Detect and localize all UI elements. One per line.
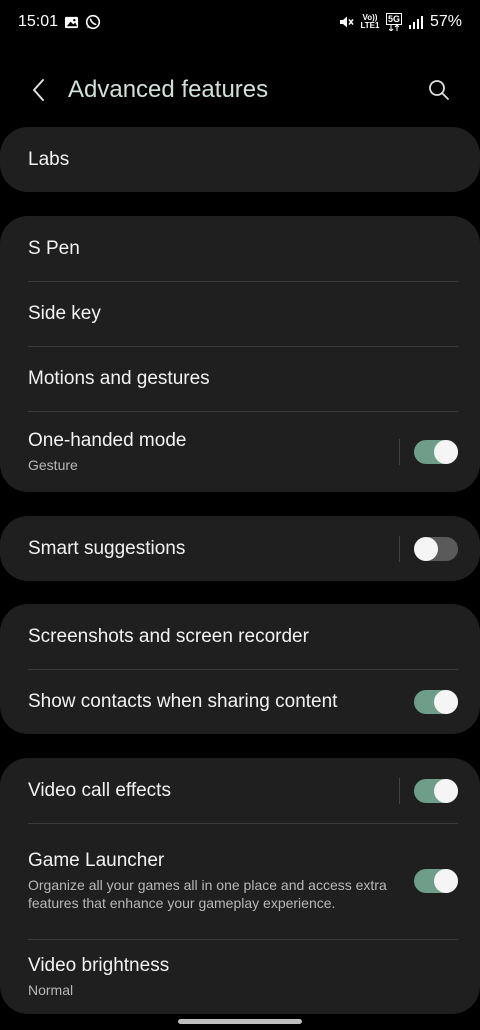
volte-icon: Vo)) LTE1 — [360, 14, 380, 30]
item-subtitle: Normal — [28, 982, 74, 998]
list-item-smart-suggestions[interactable]: Smart suggestions — [0, 516, 480, 581]
toggle-knob — [434, 869, 458, 893]
back-button[interactable] — [26, 75, 50, 105]
status-time: 15:01 — [18, 13, 59, 30]
divider — [399, 777, 400, 804]
toggle-knob — [434, 439, 458, 464]
divider — [399, 438, 400, 465]
list-item-video-call-effects[interactable]: Video call effects — [0, 758, 480, 823]
settings-group-labs: Labs — [0, 127, 480, 192]
toggle-knob — [414, 536, 438, 561]
settings-group-sharing: Screenshots and screen recorder Show con… — [0, 604, 480, 734]
list-item-screenshots-recorder[interactable]: Screenshots and screen recorder — [0, 604, 480, 669]
item-description: Organize all your games all in one place… — [28, 877, 387, 911]
list-item-video-brightness[interactable]: Video brightness Normal — [0, 939, 480, 1014]
list-item-show-contacts-sharing[interactable]: Show contacts when sharing content — [0, 669, 480, 734]
signal-icon — [408, 15, 424, 29]
status-bar: 15:01 Vo)) LTE1 5G 57% — [0, 0, 480, 44]
item-subtitle: Gesture — [28, 457, 78, 473]
5g-icon: 5G — [385, 13, 402, 31]
chevron-left-icon — [33, 79, 44, 101]
status-right: Vo)) LTE1 5G 57% — [338, 13, 462, 31]
list-item-side-key[interactable]: Side key — [0, 281, 480, 346]
divider — [399, 535, 400, 562]
search-button[interactable] — [424, 75, 454, 105]
settings-group-suggestions: Smart suggestions — [0, 516, 480, 581]
item-title: One-handed mode — [28, 430, 187, 451]
settings-group-controls: S Pen Side key Motions and gestures One-… — [0, 216, 480, 492]
list-item-motions-gestures[interactable]: Motions and gestures — [0, 346, 480, 411]
item-title: Show contacts when sharing content — [28, 690, 338, 712]
item-title: Game Launcher — [28, 850, 165, 871]
battery-percent: 57% — [429, 13, 462, 30]
item-title: Labs — [28, 148, 70, 170]
game-launcher-toggle[interactable] — [414, 869, 458, 893]
gesture-nav-handle[interactable] — [178, 1019, 302, 1024]
item-title: Smart suggestions — [28, 537, 186, 559]
item-title: Screenshots and screen recorder — [28, 625, 309, 647]
mute-icon — [338, 14, 354, 30]
toggle-knob — [434, 778, 458, 803]
list-item-game-launcher[interactable]: Game Launcher Organize all your games al… — [0, 823, 480, 939]
page-title: Advanced features — [68, 76, 269, 103]
network-label: 5G — [385, 13, 402, 25]
toggle-knob — [434, 689, 458, 714]
app-header: Advanced features — [0, 62, 480, 118]
whatsapp-icon — [85, 14, 101, 30]
status-left: 15:01 — [18, 13, 101, 31]
show-contacts-toggle[interactable] — [414, 689, 458, 714]
search-icon — [429, 80, 449, 100]
volte-label: Vo)) LTE1 — [360, 13, 380, 30]
item-title: Video call effects — [28, 779, 171, 801]
settings-group-media: Video call effects Game Launcher Organiz… — [0, 758, 480, 1014]
gallery-icon — [64, 15, 79, 30]
list-item-one-handed-mode[interactable]: One-handed mode Gesture — [0, 411, 480, 492]
item-title: S Pen — [28, 237, 80, 259]
smart-suggestions-toggle[interactable] — [414, 536, 458, 561]
list-item-labs[interactable]: Labs — [0, 127, 480, 192]
item-title: Video brightness — [28, 955, 170, 976]
video-call-effects-toggle[interactable] — [414, 778, 458, 803]
item-title: Side key — [28, 302, 101, 324]
list-item-s-pen[interactable]: S Pen — [0, 216, 480, 281]
one-handed-mode-toggle[interactable] — [414, 439, 458, 464]
item-title: Motions and gestures — [28, 367, 210, 389]
